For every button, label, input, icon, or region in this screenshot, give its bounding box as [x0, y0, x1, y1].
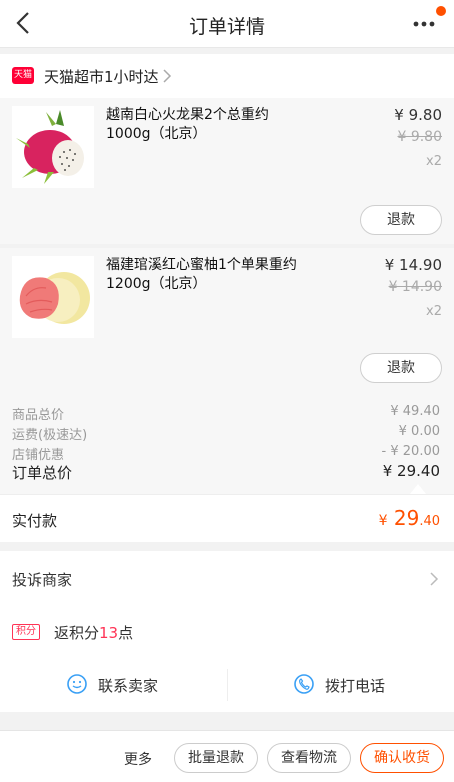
- order-total-value: ¥ 29.40: [382, 462, 440, 480]
- amount-paid-row: 实付款 ¥ 29.40: [0, 494, 454, 542]
- product-original-price: ¥ 9.80: [397, 129, 442, 145]
- product-quantity: x2: [426, 304, 442, 319]
- discount-label: 店铺优惠: [12, 448, 65, 463]
- notification-dot: [436, 6, 446, 16]
- tmall-logo-icon: 天猫: [12, 67, 34, 84]
- call-phone-button[interactable]: 拨打电话: [227, 657, 454, 712]
- amount-paid-value: ¥ 29.40: [379, 506, 440, 530]
- chevron-right-icon: [430, 572, 439, 586]
- chevron-right-icon: [163, 69, 172, 83]
- price-summary: 商品总价 ¥ 49.40 运费(极速达) ¥ 0.00 店铺优惠 - ¥ 20.…: [0, 394, 454, 494]
- contact-seller-label: 联系卖家: [98, 677, 159, 695]
- order-item[interactable]: 越南白心火龙果2个总重约1000g（北京） ¥ 9.80 ¥ 9.80 x2 退…: [0, 98, 454, 244]
- order-total-label: 订单总价: [12, 464, 73, 482]
- points-prefix: 返积分: [54, 624, 100, 642]
- shipping-label: 运费(极速达): [12, 428, 88, 443]
- refund-button[interactable]: 退款: [360, 353, 442, 383]
- product-name[interactable]: 越南白心火龙果2个总重约1000g（北京）: [106, 106, 306, 144]
- amount-paid-decimal: .40: [419, 514, 440, 529]
- points-row: 积分 返积分13点: [0, 607, 454, 657]
- goods-total-value: ¥ 49.40: [390, 404, 440, 419]
- goods-total-row: 商品总价 ¥ 49.40: [12, 404, 440, 423]
- points-suffix: 点: [118, 624, 134, 642]
- chat-face-icon: [67, 674, 87, 694]
- currency-symbol: ¥: [378, 513, 388, 529]
- product-price: ¥ 14.90: [384, 256, 442, 274]
- nav-bar: 订单详情: [0, 0, 454, 48]
- batch-refund-button[interactable]: 批量退款: [174, 743, 258, 773]
- complain-seller-label: 投诉商家: [12, 571, 73, 589]
- amount-paid-label: 实付款: [12, 512, 58, 530]
- product-image-pomelo[interactable]: [12, 256, 94, 338]
- refund-button[interactable]: 退款: [360, 205, 442, 235]
- shipping-row: 运费(极速达) ¥ 0.00: [12, 424, 440, 443]
- discount-row: 店铺优惠 - ¥ 20.00: [12, 444, 440, 463]
- order-total-row: 订单总价 ¥ 29.40: [12, 462, 440, 483]
- phone-icon: [294, 674, 314, 694]
- confirm-receipt-button[interactable]: 确认收货: [360, 743, 444, 773]
- product-quantity: x2: [426, 154, 442, 169]
- amount-paid-integer: 29: [393, 506, 420, 530]
- shop-name[interactable]: 天猫超市1小时达: [44, 66, 159, 87]
- complain-seller-row[interactable]: 投诉商家: [0, 551, 454, 607]
- order-item[interactable]: 福建琯溪红心蜜柚1个单果重约1200g（北京） ¥ 14.90 ¥ 14.90 …: [0, 248, 454, 394]
- points-text: 返积分13点: [54, 622, 133, 643]
- product-image-dragonfruit[interactable]: [12, 106, 94, 188]
- discount-value: - ¥ 20.00: [381, 444, 440, 459]
- shipping-value: ¥ 0.00: [398, 424, 440, 439]
- product-price: ¥ 9.80: [394, 106, 442, 124]
- view-logistics-button[interactable]: 查看物流: [267, 743, 351, 773]
- points-amount: 13: [99, 624, 119, 642]
- shop-header[interactable]: 天猫 天猫超市1小时达: [0, 54, 454, 98]
- contact-seller-button[interactable]: 联系卖家: [0, 657, 227, 712]
- points-badge: 积分: [12, 624, 40, 640]
- caret-pointer: [410, 484, 426, 494]
- bottom-action-bar: 更多 批量退款 查看物流 确认收货: [0, 730, 454, 782]
- product-original-price: ¥ 14.90: [388, 279, 442, 295]
- page-title: 订单详情: [188, 16, 265, 38]
- more-actions-link[interactable]: 更多: [124, 749, 152, 769]
- contact-bar: 联系卖家 拨打电话: [0, 657, 454, 712]
- product-name[interactable]: 福建琯溪红心蜜柚1个单果重约1200g（北京）: [106, 256, 306, 294]
- call-phone-label: 拨打电话: [325, 677, 386, 695]
- goods-total-label: 商品总价: [12, 408, 65, 423]
